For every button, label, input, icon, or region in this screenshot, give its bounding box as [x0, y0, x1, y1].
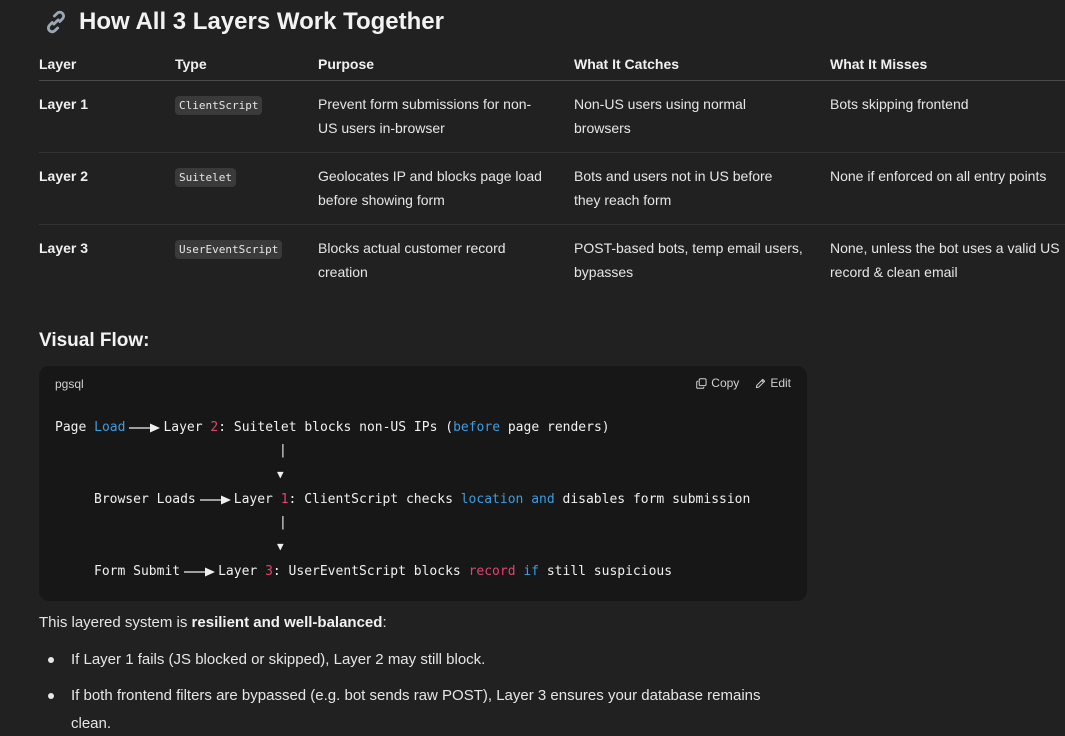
catches-text: Bots and users not in US before they rea…: [574, 168, 773, 208]
cell-type: ClientScript: [175, 80, 318, 153]
code-language-label: pgsql: [55, 377, 84, 391]
code-pipe: |: [279, 515, 287, 530]
copy-icon: [696, 377, 707, 389]
copy-label: Copy: [711, 376, 740, 390]
code-keyword: if: [523, 564, 540, 579]
header-type: Type: [175, 48, 318, 81]
code-line-1: Page Load Layer 2: Suitelet blocks non-US…: [55, 420, 610, 435]
list-item: If Layer 1 fails (JS blocked or skipped)…: [39, 646, 799, 674]
code-number: 1: [280, 492, 289, 507]
cell-catches: Non-US users using normal browsers: [574, 80, 830, 153]
edit-label: Edit: [770, 376, 791, 390]
misses-text: Bots skipping frontend: [830, 96, 969, 112]
inline-code: UserEventScript: [175, 240, 283, 259]
cell-misses: None if enforced on all entry points: [830, 152, 1065, 225]
table-row: Layer 2 Suitelet Geolocates IP and block…: [39, 152, 1065, 225]
code-pipe: |: [279, 443, 287, 458]
cell-layer: Layer 2: [39, 152, 175, 225]
code-token: Page: [55, 420, 95, 435]
code-token: disables form submission: [554, 492, 751, 507]
cell-type: UserEventScript: [175, 225, 318, 297]
header-misses: What It Misses: [830, 48, 1065, 81]
summary-list: If Layer 1 fails (JS blocked or skipped)…: [39, 646, 799, 736]
code-token: Form Submit: [94, 564, 181, 579]
right-arrow-icon: [184, 567, 216, 576]
table-row: Layer 1 ClientScript Prevent form submis…: [39, 80, 1065, 153]
misses-text: None if enforced on all entry points: [830, 168, 1047, 184]
cell-purpose: Geolocates IP and blocks page load befor…: [318, 152, 574, 225]
layers-table: Layer Type Purpose What It Catches What …: [39, 48, 1065, 296]
edit-button[interactable]: Edit: [755, 376, 791, 390]
code-actions: Copy Edit: [696, 376, 791, 390]
cell-misses: Bots skipping frontend: [830, 80, 1065, 153]
cell-type: Suitelet: [175, 152, 318, 225]
misses-text: None, unless the bot uses a valid US rec…: [830, 240, 1060, 280]
table-row: Layer 3 UserEventScript Blocks actual cu…: [39, 225, 1065, 297]
cell-layer: Layer 1: [39, 80, 175, 153]
code-token: still suspicious: [539, 564, 673, 579]
flow-heading: Visual Flow:: [39, 330, 150, 351]
header-catches: What It Catches: [574, 48, 830, 81]
header-purpose: Purpose: [318, 48, 574, 81]
header-layer: Layer: [39, 48, 175, 81]
right-arrow-icon: [129, 423, 161, 432]
code-keyword: record: [468, 564, 516, 579]
down-arrow-icon: ▼: [277, 468, 284, 481]
down-arrow-icon: ▼: [277, 540, 284, 553]
cell-layer: Layer 3: [39, 240, 89, 256]
cell-catches: POST-based bots, temp email users, bypas…: [574, 225, 830, 297]
cell-purpose: Prevent form submissions for non-US user…: [318, 80, 574, 153]
purpose-text: Blocks actual customer record creation: [318, 240, 506, 280]
table-header-row: Layer Type Purpose What It Catches What …: [39, 48, 1065, 81]
section-heading-text: How All 3 Layers Work Together: [79, 8, 444, 35]
code-token: : ClientScript checks: [288, 492, 461, 507]
code-token: page renders): [500, 420, 610, 435]
code-keyword: before: [453, 420, 501, 435]
code-keyword: location: [460, 492, 524, 507]
pencil-icon: [756, 378, 766, 388]
link-icon: [43, 9, 69, 35]
catches-text: Non-US users using normal browsers: [574, 96, 746, 136]
summary-text: This layered system is: [39, 614, 192, 631]
code-keyword: Load: [94, 420, 126, 435]
inline-code: ClientScript: [175, 96, 263, 115]
summary-bold: resilient and well-balanced: [191, 614, 383, 631]
code-token: : UserEventScript blocks: [272, 564, 469, 579]
code-block: pgsql Copy Edit Page Load Layer 2: Suitel…: [39, 366, 807, 601]
chat-response: How All 3 Layers Work Together Layer Typ…: [0, 0, 1065, 736]
catches-text: POST-based bots, temp email users, bypas…: [574, 240, 803, 280]
list-item: If both frontend filters are bypassed (e…: [39, 682, 799, 736]
purpose-text: Prevent form submissions for non-US user…: [318, 96, 532, 136]
code-token: Layer: [233, 492, 281, 507]
purpose-text: Geolocates IP and blocks page load befor…: [318, 168, 542, 208]
code-token: Layer: [218, 564, 266, 579]
code-line-2: Browser Loads Layer 1: ClientScript check…: [94, 492, 750, 507]
code-token: Layer: [163, 420, 211, 435]
code-token: : Suitelet blocks non-US IPs (: [218, 420, 454, 435]
code-line-3: Form Submit Layer 3: UserEventScript bloc…: [94, 564, 672, 579]
code-number: 3: [265, 564, 273, 579]
summary-text: :: [382, 614, 387, 631]
code-keyword: and: [531, 492, 555, 507]
code-token: Browser Loads: [94, 492, 196, 507]
cell-purpose: Blocks actual customer record creation: [318, 225, 574, 297]
inline-code: Suitelet: [175, 168, 236, 187]
right-arrow-icon: [199, 495, 231, 504]
cell-catches: Bots and users not in US before they rea…: [574, 152, 830, 225]
copy-button[interactable]: Copy: [696, 376, 739, 390]
cell-misses: None, unless the bot uses a valid US rec…: [830, 225, 1065, 297]
summary-paragraph: This layered system is resilient and wel…: [39, 611, 387, 635]
section-heading: How All 3 Layers Work Together: [43, 4, 444, 40]
